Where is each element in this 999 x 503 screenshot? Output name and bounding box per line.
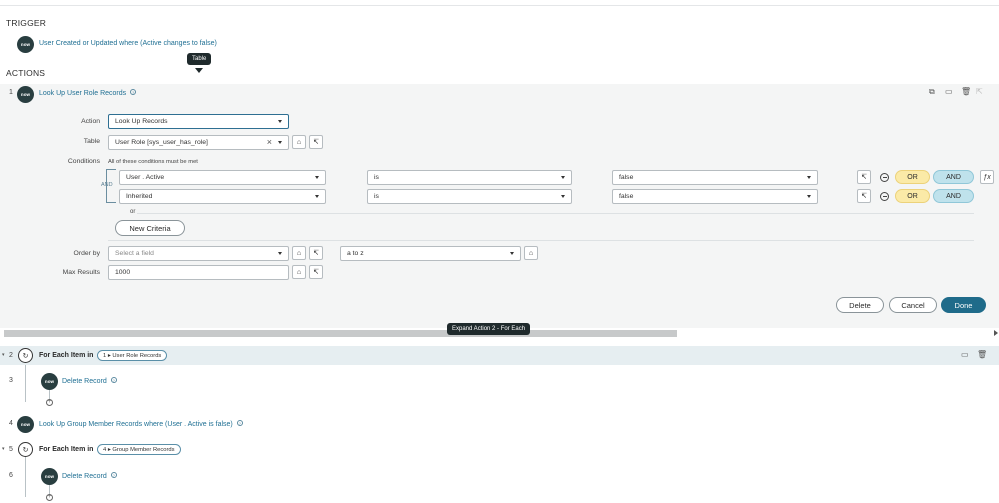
step-1-title-link[interactable]: Look Up User Role Records? [39,89,137,97]
trash-icon[interactable]: 🗑 [961,87,971,96]
or-divider-label: or [128,209,138,215]
step-1-logo-icon: now [17,86,34,103]
condition-2-and-button[interactable]: AND [933,189,974,203]
and-connector-label: AND [101,182,113,188]
step-3-title-link[interactable]: Delete Record? [62,377,117,385]
table-tooltip: Table [187,53,212,73]
order-by-dot-walk-icon[interactable]: ↸ [309,246,323,260]
clear-icon[interactable]: × [267,137,272,147]
section-divider [108,240,974,241]
max-results-dot-walk-icon[interactable]: ↸ [309,265,323,279]
delete-button[interactable]: Delete [836,297,884,313]
script-toggle-icon[interactable]: ƒx [980,170,994,184]
conditions-hint: All of these conditions must be met [108,159,198,165]
step-6-number: 6 [9,472,13,479]
condition-1-field-select[interactable]: User . Active [119,170,326,185]
info-icon[interactable]: ? [236,420,243,426]
condition-2-value-select[interactable]: false [612,189,818,204]
step-2-number: 2 [9,352,13,359]
order-by-pill-picker-icon[interactable]: ⌂ [292,246,306,260]
collapse-caret-icon[interactable]: ▾ [2,446,5,452]
trigger-section-title: TRIGGER [6,18,47,28]
info-icon[interactable]: ? [110,472,117,478]
step-2-comment-icon[interactable]: ▭ [961,350,969,359]
action-select[interactable]: Look Up Records [108,114,289,129]
step-5-number: 5 [9,446,13,453]
for-each-loop-icon: ↻ [18,348,33,363]
dot-walk-icon[interactable]: ↸ [309,135,323,149]
collapse-caret-icon[interactable]: ▾ [2,352,5,358]
step-3-logo-icon: now [41,373,58,390]
horizontal-scrollbar[interactable] [4,330,677,337]
or-divider-line [136,213,974,214]
trigger-logo-icon: now [17,36,34,53]
step-6-logo-icon: now [41,468,58,485]
step-5-label: For Each Item in [39,446,94,453]
condition-1-or-button[interactable]: OR [895,170,930,184]
condition-2-remove-icon[interactable] [880,192,889,201]
info-icon[interactable]: ? [130,89,137,95]
step-4-logo-icon: now [17,416,34,433]
step-5-data-pill[interactable]: 4 ▸ Group Member Records [97,444,181,455]
tree-line [25,362,26,402]
new-criteria-button[interactable]: New Criteria [115,220,185,236]
order-direction-select[interactable]: a to z [340,246,521,261]
condition-1-remove-icon[interactable] [880,173,889,182]
done-button[interactable]: Done [941,297,986,313]
copy-icon[interactable]: ⧉ [929,87,935,97]
table-select[interactable]: User Role [sys_user_has_role] × [108,135,289,150]
step-2-label: For Each Item in [39,352,94,359]
order-by-label: Order by [73,250,100,257]
comment-icon[interactable]: ▭ [945,87,953,96]
tree-line [25,457,26,497]
condition-1-dot-walk-icon[interactable]: ↸ [857,170,871,184]
expand-tooltip: Expand Action 2 - For Each [447,323,531,335]
order-direction-pill-picker-icon[interactable]: ⌂ [524,246,538,260]
data-pill-picker-icon[interactable]: ⌂ [292,135,306,149]
step-6-title-link[interactable]: Delete Record? [62,472,117,480]
scroll-right-arrow-icon[interactable] [994,330,998,336]
top-divider [0,5,999,6]
conditions-label: Conditions [67,158,100,165]
action-label: Action [81,118,100,125]
step-1-number: 1 [9,89,13,96]
external-link-icon: ⇱ [976,87,983,96]
add-step-plus-icon[interactable]: + [46,399,53,406]
max-results-label: Max Results [62,269,100,276]
step-3-number: 3 [9,377,13,384]
order-by-field-select[interactable]: Select a field [108,246,289,261]
condition-1-value-select[interactable]: false [612,170,818,185]
step-2-trash-icon[interactable]: 🗑 [977,350,987,359]
max-results-pill-picker-icon[interactable]: ⌂ [292,265,306,279]
condition-2-operator-select[interactable]: is [367,189,572,204]
condition-1-operator-select[interactable]: is [367,170,572,185]
condition-2-or-button[interactable]: OR [895,189,930,203]
condition-2-field-select[interactable]: Inherited [119,189,326,204]
for-each-loop-icon: ↻ [18,442,33,457]
info-icon[interactable]: ? [110,377,117,383]
trigger-summary-link[interactable]: User Created or Updated where (Active ch… [39,40,217,47]
cancel-button[interactable]: Cancel [889,297,937,313]
table-label: Table [83,138,100,145]
condition-1-and-button[interactable]: AND [933,170,974,184]
condition-2-dot-walk-icon[interactable]: ↸ [857,189,871,203]
step-2-data-pill[interactable]: 1 ▸ User Role Records [97,350,168,361]
step-4-number: 4 [9,420,13,427]
actions-section-title: ACTIONS [6,68,46,78]
add-step-plus-icon[interactable]: + [46,494,53,501]
max-results-input[interactable]: 1000 [108,265,289,280]
step-4-title-link[interactable]: Look Up Group Member Records where (User… [39,420,243,428]
